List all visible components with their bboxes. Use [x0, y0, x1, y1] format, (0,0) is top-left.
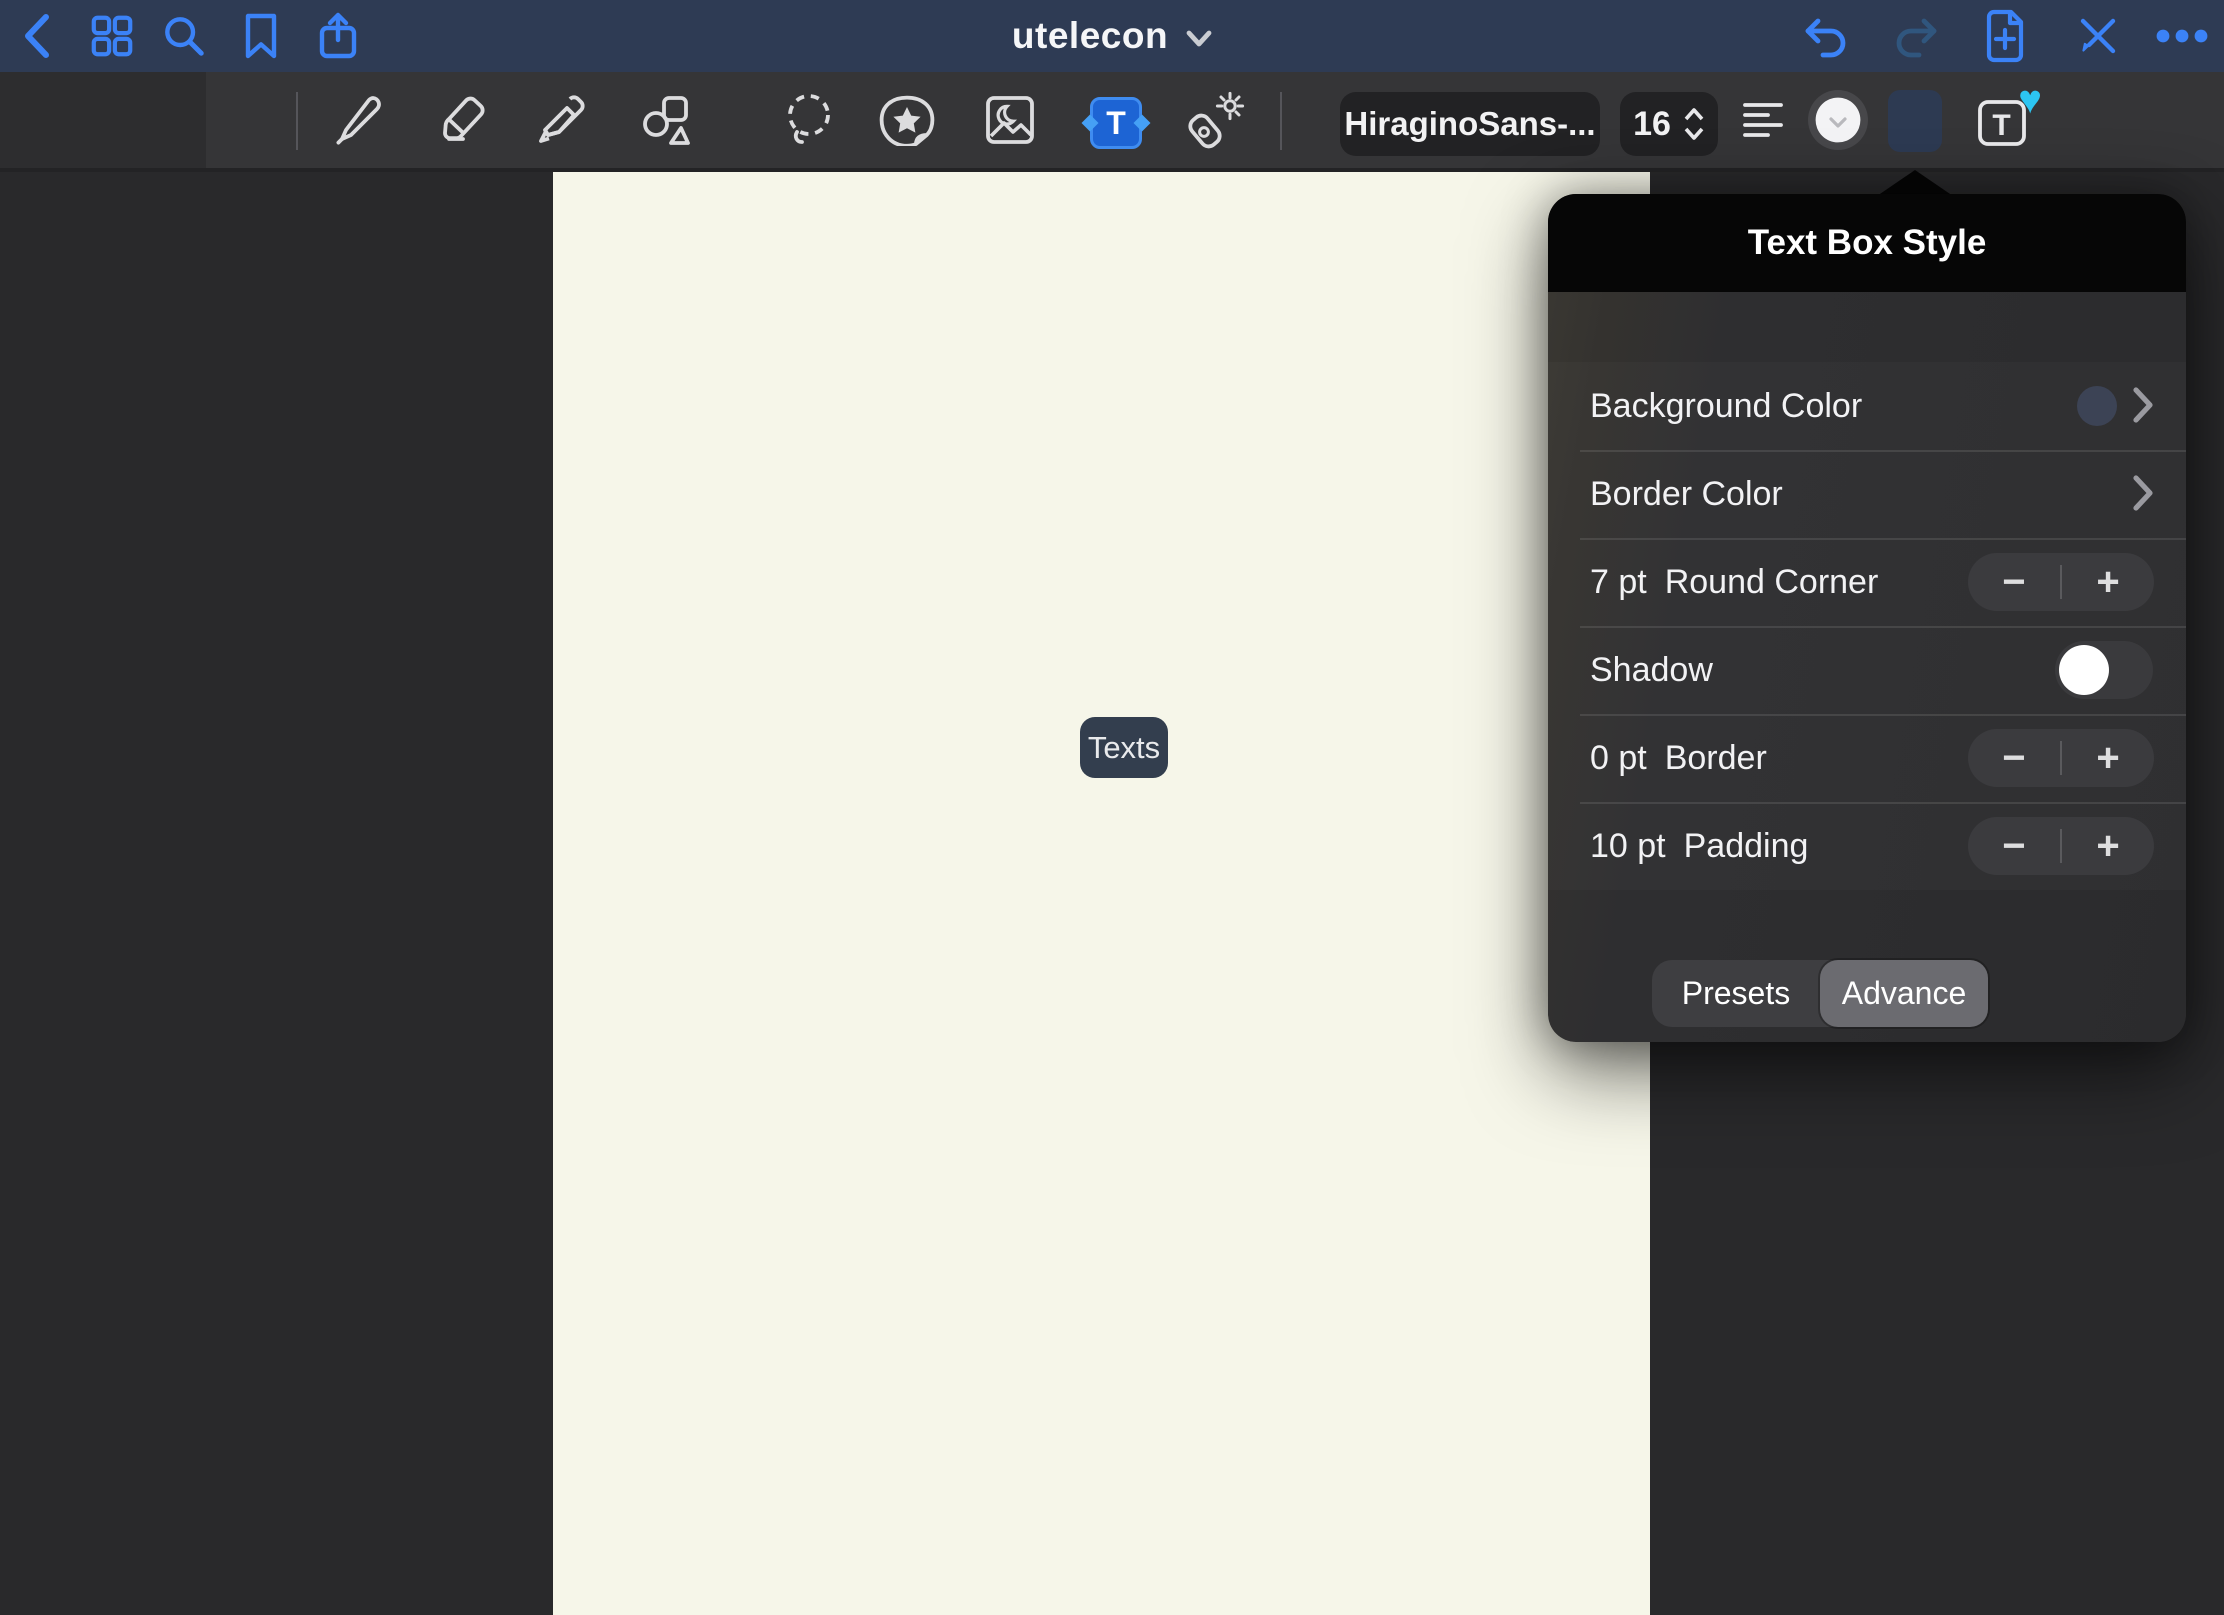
- navigation-bar: utelecon: [0, 0, 2224, 72]
- toggle-knob: [2059, 645, 2109, 695]
- row-border-color[interactable]: Border Color: [1548, 450, 2186, 538]
- popover-header: Text Box Style: [1548, 194, 2186, 292]
- popover-arrow: [1877, 170, 1953, 196]
- row-padding: 10 pt Padding − +: [1548, 802, 2186, 890]
- row-round-corner: 7 pt Round Corner − +: [1548, 538, 2186, 626]
- heart-badge-icon: ♥: [2018, 80, 2042, 120]
- text-align-button[interactable]: [1740, 72, 1786, 168]
- row-border-width: 0 pt Border − +: [1548, 714, 2186, 802]
- app-screen: utelecon: [0, 0, 2224, 1615]
- row-label: Padding: [1684, 827, 1809, 866]
- text-style-favorites-button[interactable]: T ♥: [1976, 94, 2036, 150]
- toolbar-divider: [296, 92, 298, 150]
- text-box-object[interactable]: Texts: [1080, 717, 1168, 778]
- laser-pointer-tool-button[interactable]: [1186, 72, 1246, 168]
- align-left-icon: [1742, 101, 1784, 139]
- text-box-style-button-active[interactable]: [1888, 90, 1942, 152]
- toolbar-left-segment: [0, 72, 206, 168]
- size-chevrons-icon: [1683, 107, 1705, 141]
- background-color-swatch: [2077, 386, 2117, 426]
- advance-tab-selected[interactable]: Advance: [1820, 960, 1988, 1027]
- eraser-icon: [431, 91, 489, 149]
- font-size-stepper[interactable]: 16: [1620, 92, 1718, 156]
- eraser-tool-button[interactable]: [430, 72, 490, 168]
- shapes-tool-button[interactable]: [637, 72, 695, 168]
- shadow-toggle-off[interactable]: [2055, 641, 2153, 699]
- lasso-tool-button[interactable]: [780, 72, 838, 168]
- round-corner-stepper: − +: [1968, 553, 2154, 611]
- add-page-icon: [1983, 9, 2027, 63]
- chevron-right-icon: [2132, 386, 2154, 424]
- font-family-button[interactable]: HiraginoSans-...: [1340, 92, 1600, 156]
- decrement-button[interactable]: −: [1968, 553, 2060, 611]
- crossed-pencil-icon: [2075, 13, 2121, 59]
- round-corner-value: 7 pt: [1590, 563, 1647, 602]
- row-background-color[interactable]: Background Color: [1548, 362, 2186, 450]
- highlighter-tool-button[interactable]: [533, 72, 589, 168]
- text-box-content: Texts: [1088, 730, 1160, 766]
- add-page-button[interactable]: [1979, 0, 2031, 72]
- padding-stepper: − +: [1968, 817, 2154, 875]
- increment-button[interactable]: +: [2062, 817, 2154, 875]
- presets-tab[interactable]: Presets: [1652, 960, 1820, 1027]
- undo-button[interactable]: [1800, 0, 1852, 72]
- selection-handle-left: [1082, 115, 1099, 132]
- padding-value: 10 pt: [1590, 827, 1666, 866]
- ellipsis-icon: [2155, 28, 2209, 44]
- toolbar-divider: [1280, 92, 1282, 150]
- decrement-button[interactable]: −: [1968, 729, 2060, 787]
- laser-pointer-icon: [1187, 91, 1245, 149]
- row-label: Round Corner: [1665, 563, 1879, 602]
- undo-icon: [1801, 14, 1851, 58]
- redo-button[interactable]: [1890, 0, 1942, 72]
- highlighter-icon: [534, 92, 588, 148]
- text-tool-button-selected[interactable]: T: [1090, 97, 1142, 149]
- pen-icon: [332, 92, 382, 148]
- border-stepper: − +: [1968, 729, 2154, 787]
- chevron-down-icon: [1186, 30, 1212, 48]
- lasso-icon: [781, 91, 837, 149]
- mode-segmented-control: Presets Advance: [1652, 960, 1988, 1027]
- row-label: Shadow: [1590, 651, 1713, 690]
- redo-icon: [1891, 14, 1941, 58]
- row-label: Border: [1665, 739, 1767, 778]
- stylus-toggle-button[interactable]: [2072, 0, 2124, 72]
- popover-title: Text Box Style: [1748, 223, 1987, 263]
- selection-handle-right: [1134, 115, 1151, 132]
- popover-footer: Presets Advance: [1548, 890, 2186, 1042]
- sticker-star-icon: [878, 94, 936, 146]
- notebook-page[interactable]: Texts: [553, 172, 1650, 1615]
- image-icon: [984, 94, 1036, 146]
- increment-button[interactable]: +: [2062, 729, 2154, 787]
- document-title: utelecon: [1012, 15, 1168, 57]
- row-shadow: Shadow: [1548, 626, 2186, 714]
- image-tool-button[interactable]: [982, 72, 1038, 168]
- popover-rows: Background Color Border Color 7 pt Rou: [1548, 362, 2186, 890]
- row-label: Background Color: [1590, 387, 1862, 426]
- pen-tool-button[interactable]: [330, 72, 384, 168]
- text-box-style-popover: Text Box Style Background Color Border C…: [1548, 194, 2186, 1042]
- tool-bar: a: [0, 72, 2224, 172]
- increment-button[interactable]: +: [2062, 553, 2154, 611]
- border-width-value: 0 pt: [1590, 739, 1647, 778]
- shapes-icon: [638, 92, 694, 148]
- color-swatch-icon: [1807, 89, 1869, 151]
- font-size-value: 16: [1633, 105, 1671, 144]
- chevron-right-icon: [2132, 474, 2154, 512]
- font-family-label: HiraginoSans-...: [1344, 105, 1595, 143]
- text-color-button[interactable]: [1807, 72, 1869, 168]
- elements-tool-button[interactable]: [878, 72, 936, 168]
- svg-text:T: T: [1992, 109, 2010, 142]
- more-menu-button[interactable]: [2152, 0, 2212, 72]
- decrement-button[interactable]: −: [1968, 817, 2060, 875]
- text-tool-glyph: T: [1106, 105, 1126, 142]
- row-label: Border Color: [1590, 475, 1783, 514]
